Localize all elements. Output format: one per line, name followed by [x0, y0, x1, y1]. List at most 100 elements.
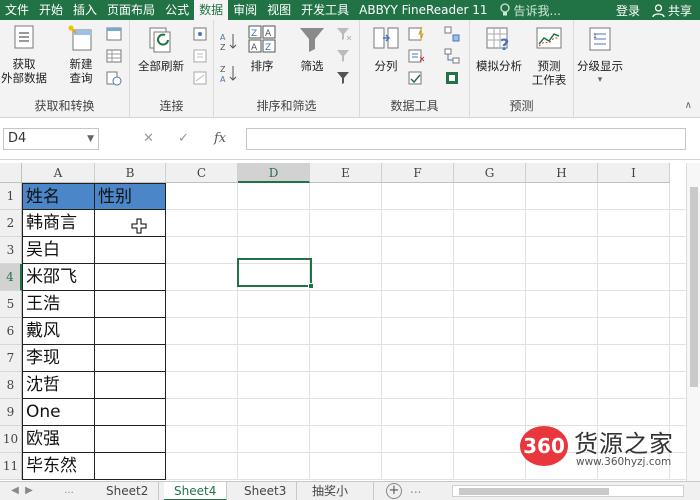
cell-i8[interactable] [598, 372, 670, 399]
sheet-tab-sheet4[interactable]: Sheet4 [164, 482, 228, 500]
cell-b3[interactable] [95, 237, 166, 264]
share-button[interactable]: 共享 [652, 2, 692, 19]
login-link[interactable]: 登录 [616, 2, 640, 19]
cell-a1[interactable]: 姓名 [22, 183, 95, 210]
cell-c6[interactable] [166, 318, 238, 345]
cell-c11[interactable] [166, 453, 238, 480]
cell-f4[interactable] [382, 264, 454, 291]
horizontal-scrollbar[interactable] [452, 485, 684, 497]
tab-page-layout[interactable]: 页面布局 [102, 0, 160, 20]
cell-a10[interactable]: 欧强 [22, 426, 95, 453]
next-sheet-icon[interactable]: ▶ [22, 483, 36, 499]
advanced-filter-icon[interactable] [336, 70, 354, 88]
flash-fill-icon[interactable] [408, 26, 426, 44]
cell-h8[interactable] [526, 372, 598, 399]
cell-a5[interactable]: 王浩 [22, 291, 95, 318]
cell-c10[interactable] [166, 426, 238, 453]
properties-icon[interactable] [192, 48, 210, 66]
manage-data-model-icon[interactable] [444, 70, 462, 88]
cell-a4[interactable]: 米邵飞 [22, 264, 95, 291]
cell-f8[interactable] [382, 372, 454, 399]
cell-a3[interactable]: 吴白 [22, 237, 95, 264]
cell-f1[interactable] [382, 183, 454, 210]
cell-h4[interactable] [526, 264, 598, 291]
tab-insert[interactable]: 插入 [68, 0, 102, 20]
reapply-filter-icon[interactable] [336, 48, 354, 66]
prev-sheet-icon[interactable]: ◀ [8, 483, 22, 499]
cell-c4[interactable] [166, 264, 238, 291]
recent-sources-icon[interactable] [106, 70, 124, 88]
row-header-11[interactable]: 11 [0, 453, 22, 480]
column-header-h[interactable]: H [526, 163, 598, 183]
connections-icon[interactable] [192, 26, 210, 44]
cell-d7[interactable] [238, 345, 310, 372]
cell-h5[interactable] [526, 291, 598, 318]
cell-e10[interactable] [310, 426, 382, 453]
cell-a11[interactable]: 毕东然 [22, 453, 95, 480]
cell-g10[interactable] [454, 426, 526, 453]
cell-f3[interactable] [382, 237, 454, 264]
cell-e6[interactable] [310, 318, 382, 345]
cell-b11[interactable] [95, 453, 166, 480]
cell-e9[interactable] [310, 399, 382, 426]
cell-e3[interactable] [310, 237, 382, 264]
row-header-7[interactable]: 7 [0, 345, 22, 372]
cell-i1[interactable] [598, 183, 670, 210]
cell-h7[interactable] [526, 345, 598, 372]
cancel-icon[interactable]: ✕ [143, 128, 154, 150]
tell-me-box[interactable]: 告诉我... [493, 2, 561, 19]
cell-b1[interactable]: 性别 [95, 183, 166, 210]
sort-descending-icon[interactable]: ZA [220, 64, 238, 84]
cell-g11[interactable] [454, 453, 526, 480]
row-header-4[interactable]: 4 [0, 264, 22, 291]
cell-b5[interactable] [95, 291, 166, 318]
row-header-9[interactable]: 9 [0, 399, 22, 426]
new-query-button[interactable]: 新建 查询 [58, 24, 104, 85]
formula-input[interactable] [246, 128, 686, 150]
cell-a6[interactable]: 戴风 [22, 318, 95, 345]
refresh-all-button[interactable]: 全部刷新 [132, 24, 190, 73]
relationships-icon[interactable] [444, 48, 462, 66]
tab-review[interactable]: 审阅 [228, 0, 262, 20]
sheet-tab-sheet3[interactable]: Sheet3 [234, 482, 298, 500]
cell-i2[interactable] [598, 210, 670, 237]
cell-a7[interactable]: 李现 [22, 345, 95, 372]
column-header-c[interactable]: C [166, 163, 238, 183]
column-header-e[interactable]: E [310, 163, 382, 183]
cell-c9[interactable] [166, 399, 238, 426]
cell-e8[interactable] [310, 372, 382, 399]
column-header-a[interactable]: A [22, 163, 95, 183]
cell-i4[interactable] [598, 264, 670, 291]
column-header-d[interactable]: D [238, 163, 310, 183]
column-header-i[interactable]: I [598, 163, 670, 183]
cell-c7[interactable] [166, 345, 238, 372]
cell-a9[interactable]: One [22, 399, 95, 426]
show-queries-icon[interactable] [106, 26, 124, 44]
sheet-ellipsis[interactable]: ... [44, 483, 94, 499]
name-box[interactable]: D4 ▼ [3, 128, 99, 150]
cell-f10[interactable] [382, 426, 454, 453]
from-table-icon[interactable] [106, 48, 124, 66]
insert-function-icon[interactable]: fx [214, 128, 226, 150]
cell-g2[interactable] [454, 210, 526, 237]
column-header-f[interactable]: F [382, 163, 454, 183]
cell-f9[interactable] [382, 399, 454, 426]
row-header-2[interactable]: 2 [0, 210, 22, 237]
cell-d9[interactable] [238, 399, 310, 426]
tab-scroll-ellipsis[interactable]: ... [410, 482, 421, 496]
cell-b10[interactable] [95, 426, 166, 453]
cell-e2[interactable] [310, 210, 382, 237]
cell-e5[interactable] [310, 291, 382, 318]
sort-button[interactable]: ZAAZ 排序 [244, 24, 280, 73]
consolidate-icon[interactable] [444, 26, 462, 44]
cell-d10[interactable] [238, 426, 310, 453]
cell-g5[interactable] [454, 291, 526, 318]
cell-c1[interactable] [166, 183, 238, 210]
clear-filter-icon[interactable] [336, 26, 354, 44]
column-header-b[interactable]: B [95, 163, 166, 183]
remove-duplicates-icon[interactable] [408, 48, 426, 66]
cell-b4[interactable] [95, 264, 166, 291]
cell-g1[interactable] [454, 183, 526, 210]
data-validation-icon[interactable] [408, 70, 426, 88]
cell-d8[interactable] [238, 372, 310, 399]
